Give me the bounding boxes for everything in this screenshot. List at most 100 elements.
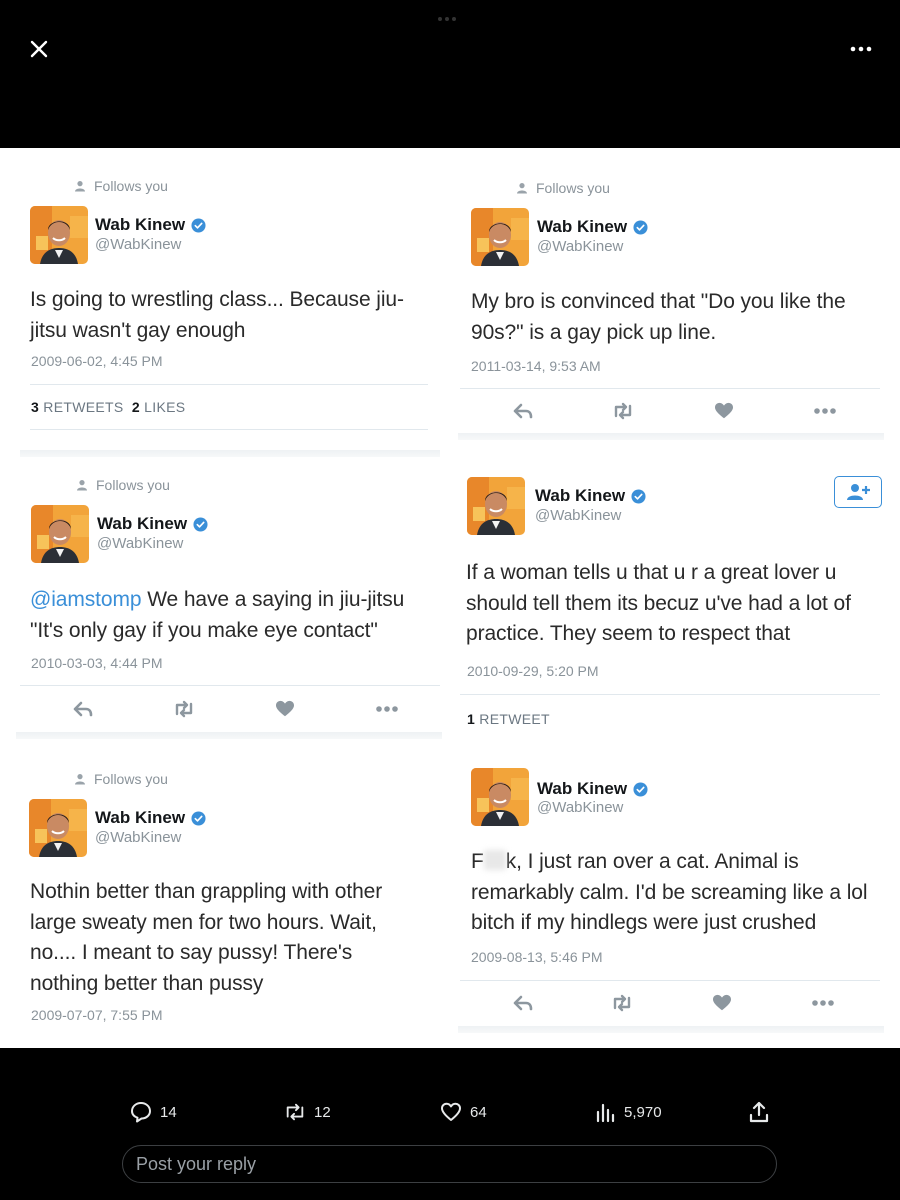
person-icon	[516, 182, 528, 194]
tweets-screenshot-image[interactable]: Follows you Wab Kinew @WabKinew Is going…	[0, 148, 900, 1048]
tweet-text: @iamstomp We have a saying in jiu-jitsu …	[30, 588, 405, 642]
tweet-timestamp: 2010-03-03, 4:44 PM	[31, 655, 163, 671]
display-name[interactable]: Wab Kinew	[97, 514, 208, 534]
person-icon	[74, 773, 86, 785]
follows-you-indicator: Follows you	[74, 771, 168, 787]
retweet-icon[interactable]	[172, 700, 196, 718]
close-button[interactable]	[26, 36, 52, 62]
divider	[30, 429, 428, 430]
avatar[interactable]	[471, 208, 529, 266]
more-horizontal-icon	[850, 46, 872, 52]
user-handle: @WabKinew	[97, 535, 184, 552]
tweet-stats: 1 RETWEET	[467, 711, 550, 727]
tweet-stats: 3 RETWEETS 2 LIKES	[31, 399, 186, 415]
verified-badge-icon	[191, 811, 206, 826]
like-icon[interactable]	[274, 700, 296, 718]
censored-text	[483, 850, 506, 870]
close-icon	[30, 40, 48, 58]
divider	[460, 980, 880, 981]
person-icon	[76, 479, 88, 491]
more-icon[interactable]	[811, 999, 835, 1007]
avatar[interactable]	[30, 206, 88, 264]
comment-icon	[131, 1102, 151, 1123]
tweet-card: Follows you Wab Kinew @WabKinew Is going…	[0, 148, 450, 458]
divider	[460, 388, 880, 389]
repost-count-button[interactable]: 12	[284, 1101, 331, 1123]
tweet-timestamp: 2009-06-02, 4:45 PM	[31, 353, 163, 369]
more-icon[interactable]	[375, 705, 399, 713]
follows-you-indicator: Follows you	[516, 180, 610, 196]
tweet-text: Fk, I just ran over a cat. Animal is rem…	[471, 850, 868, 934]
tweet-text: Nothin better than grappling with other …	[30, 880, 383, 995]
tweet-card: Follows you Wab Kinew @WabKinew Nothin b…	[0, 750, 450, 1048]
drag-handle-dots	[438, 8, 462, 21]
reply-input[interactable]: Post your reply	[122, 1145, 777, 1183]
card-separator	[20, 450, 440, 457]
views-count-button[interactable]: 5,970	[594, 1101, 662, 1123]
display-name[interactable]: Wab Kinew	[537, 779, 648, 799]
verified-badge-icon	[633, 782, 648, 797]
avatar[interactable]	[467, 477, 525, 535]
retweet-icon[interactable]	[611, 402, 635, 420]
divider	[30, 384, 428, 385]
avatar[interactable]	[29, 799, 87, 857]
reply-icon[interactable]	[512, 402, 534, 420]
user-handle: @WabKinew	[95, 236, 182, 253]
reply-count-button[interactable]: 14	[130, 1101, 177, 1123]
follows-you-label: Follows you	[96, 477, 170, 493]
person-icon	[74, 180, 86, 192]
like-icon[interactable]	[713, 402, 735, 420]
like-count-button[interactable]: 64	[440, 1101, 487, 1123]
display-name[interactable]: Wab Kinew	[535, 486, 646, 506]
more-options-button[interactable]	[846, 36, 876, 62]
tweet-text: If a woman tells u that u r a great love…	[466, 561, 851, 645]
tweet-timestamp: 2009-07-07, 7:55 PM	[31, 1007, 163, 1023]
tweet-card: Wab Kinew @WabKinew Fk, I just ran over …	[450, 750, 900, 1048]
user-handle: @WabKinew	[95, 829, 182, 846]
add-user-icon	[847, 484, 870, 500]
views-icon	[596, 1103, 615, 1123]
follows-you-label: Follows you	[536, 180, 610, 196]
follows-you-label: Follows you	[94, 771, 168, 787]
display-name[interactable]: Wab Kinew	[537, 217, 648, 237]
verified-badge-icon	[193, 517, 208, 532]
post-actions-bar: 14 12 64 5,970 Post your reply	[0, 1048, 900, 1200]
avatar[interactable]	[471, 768, 529, 826]
display-name[interactable]: Wab Kinew	[95, 808, 206, 828]
follows-you-label: Follows you	[94, 178, 168, 194]
user-handle: @WabKinew	[537, 799, 624, 816]
user-handle: @WabKinew	[537, 238, 624, 255]
card-separator	[458, 433, 884, 440]
share-icon	[749, 1101, 769, 1123]
display-name[interactable]: Wab Kinew	[95, 215, 206, 235]
tweet-timestamp: 2011-03-14, 9:53 AM	[471, 358, 601, 374]
user-handle: @WabKinew	[535, 507, 622, 524]
divider	[460, 694, 880, 695]
heart-icon	[441, 1102, 461, 1121]
tweet-text: My bro is convinced that "Do you like th…	[471, 290, 846, 344]
reply-icon[interactable]	[72, 700, 94, 718]
tweet-card: Follows you Wab Kinew @WabKinew My bro i…	[450, 148, 900, 458]
follows-you-indicator: Follows you	[76, 477, 170, 493]
verified-badge-icon	[191, 218, 206, 233]
verified-badge-icon	[631, 489, 646, 504]
share-button[interactable]	[748, 1100, 770, 1124]
divider	[20, 685, 440, 686]
card-separator	[16, 732, 442, 739]
reply-icon[interactable]	[512, 994, 534, 1012]
follow-button[interactable]	[834, 476, 882, 508]
mention-link[interactable]: @iamstomp	[30, 588, 142, 611]
more-icon[interactable]	[813, 407, 837, 415]
avatar[interactable]	[31, 505, 89, 563]
follows-you-indicator: Follows you	[74, 178, 168, 194]
card-separator	[458, 1026, 884, 1033]
verified-badge-icon	[633, 220, 648, 235]
like-icon[interactable]	[711, 994, 733, 1012]
retweet-icon[interactable]	[610, 994, 634, 1012]
tweet-card: Follows you Wab Kinew @WabKinew @iamstom…	[0, 458, 450, 750]
tweet-timestamp: 2010-09-29, 5:20 PM	[467, 663, 599, 679]
repost-icon	[286, 1103, 304, 1121]
tweet-text: Is going to wrestling class... Because j…	[30, 288, 404, 342]
viewer-top-bar	[0, 0, 900, 148]
tweet-timestamp: 2009-08-13, 5:46 PM	[471, 949, 603, 965]
